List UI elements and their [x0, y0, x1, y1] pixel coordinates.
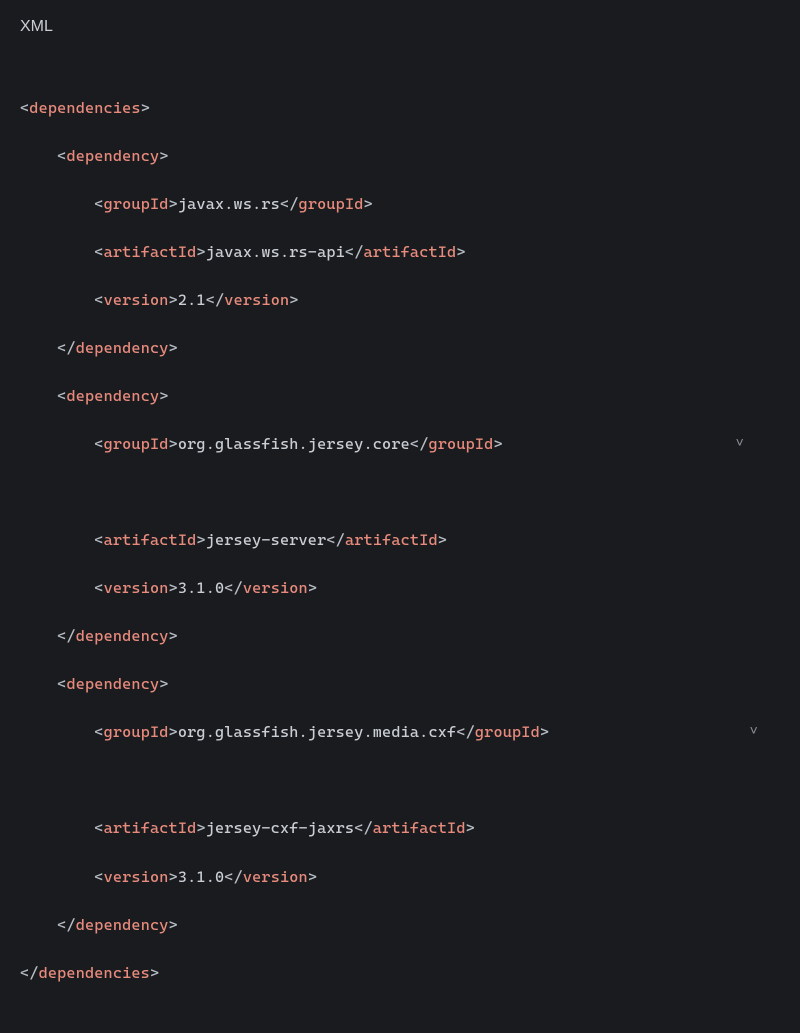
code-line: <groupId>org.glassfish.jersey.media.cxf<…	[20, 720, 780, 744]
code-line: </dependency>	[20, 624, 780, 648]
code-line: </dependencies>	[20, 961, 780, 985]
code-line: <dependency>	[20, 144, 780, 168]
code-line: <artifactId>jersey-cxf-jaxrs</artifactId…	[20, 816, 780, 840]
code-line: <dependency>	[20, 384, 780, 408]
language-label: XML	[20, 18, 780, 36]
code-block[interactable]: <dependencies> <dependency> <groupId>jav…	[20, 72, 780, 1033]
code-line: <dependency>	[20, 672, 780, 696]
blank-line	[20, 480, 780, 504]
code-line: <groupId>org.glassfish.jersey.core</grou…	[20, 432, 780, 456]
code-line: <dependencies>	[20, 96, 780, 120]
code-line: <artifactId>javax.ws.rs-api</artifactId>	[20, 240, 780, 264]
code-line: <version>2.1</version>	[20, 288, 780, 312]
code-line: <groupId>javax.ws.rs</groupId>	[20, 192, 780, 216]
chevron-down-icon[interactable]: ˅	[750, 720, 758, 742]
chevron-down-icon[interactable]: ˅	[736, 432, 744, 454]
code-line: <artifactId>jersey-server</artifactId>	[20, 528, 780, 552]
blank-line	[20, 768, 780, 792]
code-line: <version>3.1.0</version>	[20, 865, 780, 889]
code-line: </dependency>	[20, 336, 780, 360]
code-line: <version>3.1.0</version>	[20, 576, 780, 600]
code-snippet-container: XML <dependencies> <dependency> <groupId…	[0, 0, 800, 565]
code-line: </dependency>	[20, 913, 780, 937]
